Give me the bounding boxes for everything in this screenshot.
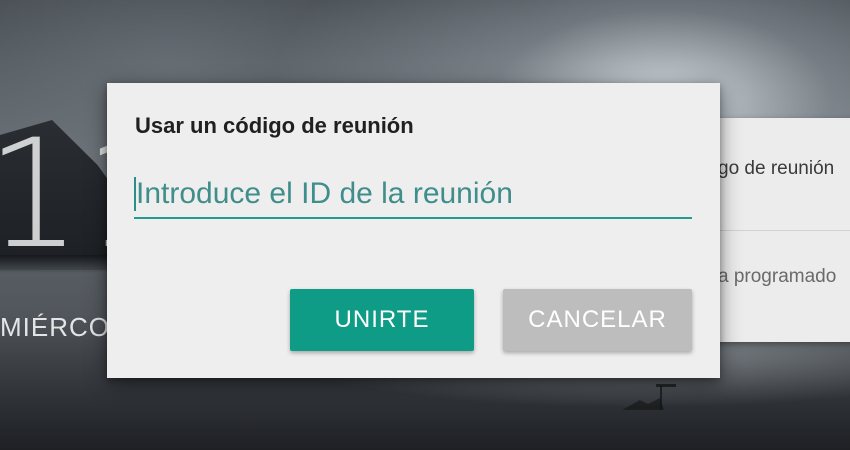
meeting-code-dialog: Usar un código de reunión UNIRTE CANCELA… [107, 83, 720, 378]
meeting-id-input[interactable] [134, 173, 693, 215]
text-cursor [134, 177, 136, 211]
clock-day: MIÉRCO [0, 312, 110, 342]
dialog-title: Usar un código de reunión [135, 113, 414, 138]
boat-silhouette-icon [622, 384, 676, 410]
cancel-button[interactable]: CANCELAR [503, 289, 692, 351]
join-button[interactable]: UNIRTE [290, 289, 474, 351]
input-underline [134, 217, 692, 219]
